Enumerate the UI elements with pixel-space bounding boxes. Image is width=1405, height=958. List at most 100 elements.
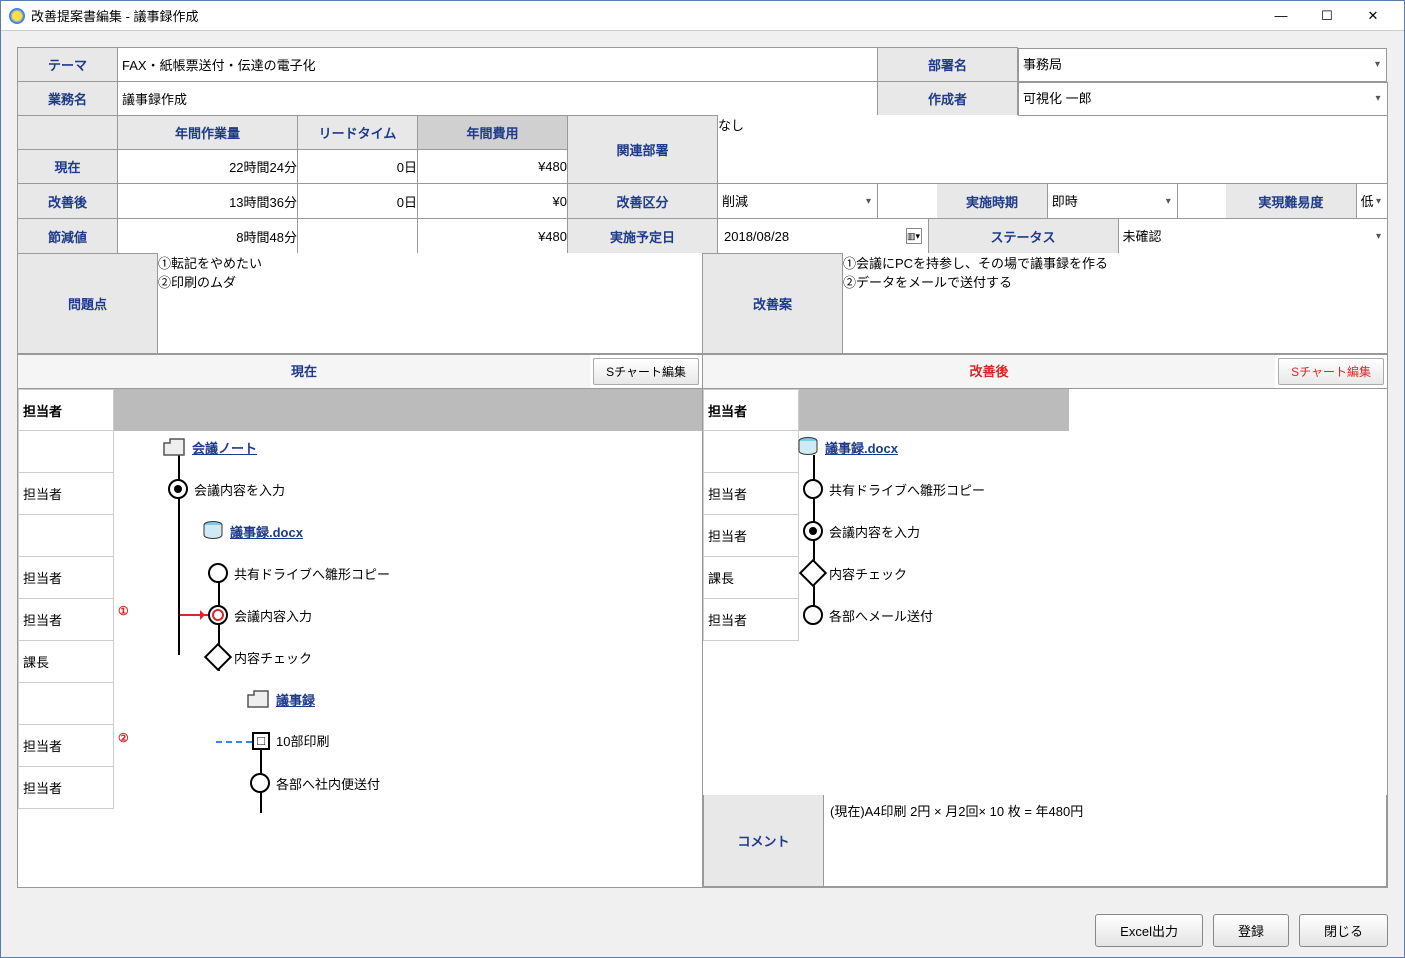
task-icon — [803, 521, 823, 541]
task-icon — [168, 479, 188, 499]
calendar-icon[interactable]: ▥▾ — [906, 228, 922, 244]
flow-send-internal[interactable]: 各部へ社内便送付 — [250, 773, 380, 793]
close-window-button[interactable]: ✕ — [1350, 1, 1396, 31]
after-cost: ¥0 — [418, 184, 568, 219]
lane-header: 担当者 — [703, 389, 799, 431]
flow2-db-docx[interactable]: 議事録.docx — [797, 437, 898, 457]
label-scheduled: 実施予定日 — [568, 219, 718, 254]
process-icon: □ — [252, 732, 270, 750]
label-task: 業務名 — [18, 82, 118, 116]
label-improve-type: 改善区分 — [568, 184, 718, 219]
task-icon — [208, 563, 228, 583]
decision-icon — [799, 559, 827, 587]
label-after: 改善後 — [18, 184, 118, 219]
close-button[interactable]: 閉じる — [1299, 914, 1388, 947]
label-leadtime: リードタイム — [298, 116, 418, 150]
problem-plan-table: 問題点 ①転記をやめたい ②印刷のムダ 改善案 ①会議にPCを持参し、その場で議… — [17, 253, 1388, 354]
label-plan: 改善案 — [703, 254, 843, 354]
after-leadtime: 0日 — [298, 184, 418, 219]
after-lane-labels: 担当者 担当者 担当者 課長 担当者 — [703, 389, 799, 641]
label-now: 現在 — [18, 150, 118, 184]
problem-textarea[interactable]: ①転記をやめたい ②印刷のムダ — [158, 253, 702, 352]
flow2-check[interactable]: 内容チェック — [803, 563, 907, 583]
related-input[interactable]: なし — [718, 115, 1387, 182]
comment-row: コメント (現在)A4印刷 2円 × 月2回× 10 枚 = 年480円 — [703, 795, 1387, 887]
form-top: テーマ 部署名 事務局 業務名 作成者 可視化 一郎 — [17, 47, 1388, 116]
chart-after-body[interactable]: 担当者 担当者 担当者 課長 担当者 議事録.docx — [703, 389, 1387, 795]
label-cost: 年間費用 — [418, 116, 568, 150]
after-workload: 13時間36分 — [118, 184, 298, 219]
form-content: テーマ 部署名 事務局 業務名 作成者 可視化 一郎 年間作業量 リードタイム — [1, 31, 1404, 904]
author-select[interactable]: 可視化 一郎 — [1019, 83, 1387, 115]
label-workload: 年間作業量 — [118, 116, 298, 150]
task-icon — [803, 479, 823, 499]
now-cost: ¥480 — [418, 150, 568, 184]
save-cost: ¥480 — [418, 219, 568, 254]
task-icon — [803, 605, 823, 625]
label-related: 関連部署 — [568, 116, 718, 184]
label-timing: 実施時期 — [937, 184, 1047, 218]
mark-2: ② — [118, 731, 129, 745]
excel-export-button[interactable]: Excel出力 — [1095, 914, 1203, 947]
now-leadtime: 0日 — [298, 150, 418, 184]
app-window: 改善提案書編集 - 議事録作成 — ☐ ✕ テーマ 部署名 事務局 業務名 作成… — [0, 0, 1405, 958]
decision-icon — [204, 643, 232, 671]
flow2-mail[interactable]: 各部へメール送付 — [803, 605, 933, 625]
improve-type-select[interactable]: 削減 — [718, 184, 877, 218]
flow-doc-minutes[interactable]: 議事録 — [246, 689, 315, 709]
chart-current-body[interactable]: 担当者 担当者 担当者 担当者 課長 担当者 担当者 ① ② — [18, 389, 702, 887]
chart-after-edit-button[interactable]: Sチャート編集 — [1278, 358, 1384, 385]
timing-select[interactable]: 即時 — [1048, 184, 1177, 218]
lane-header: 担当者 — [18, 389, 114, 431]
document-icon — [162, 437, 186, 457]
charts-row: 現在 Sチャート編集 担当者 担当者 担当者 担当者 課長 担当者 — [17, 354, 1388, 888]
scheduled-date: 2018/08/28 — [724, 229, 789, 244]
status-select[interactable]: 未確認 — [1119, 219, 1388, 253]
chart-after-title: 改善後 — [703, 355, 1275, 388]
difficulty-select[interactable]: 低 — [1357, 184, 1387, 218]
flow-copy-template[interactable]: 共有ドライブへ雛形コピー — [208, 563, 390, 583]
theme-input[interactable] — [118, 48, 877, 81]
label-author: 作成者 — [878, 82, 1018, 116]
label-theme: テーマ — [18, 48, 118, 82]
task-input[interactable] — [118, 82, 877, 115]
flow-input-content[interactable]: 会議内容入力 — [208, 605, 312, 625]
plan-textarea[interactable]: ①会議にPCを持参し、その場で議事録を作る ②データをメールで送付する — [843, 253, 1387, 352]
chart-current-title: 現在 — [18, 355, 590, 388]
document-icon — [246, 689, 270, 709]
save-workload: 8時間48分 — [118, 219, 298, 254]
label-saving: 節減値 — [18, 219, 118, 254]
metrics-table: 年間作業量 リードタイム 年間費用 関連部署 なし 現在 22時間24分 0日 … — [17, 115, 1388, 254]
maximize-button[interactable]: ☐ — [1304, 1, 1350, 31]
label-difficulty: 実現難易度 — [1226, 184, 1356, 218]
mark-1: ① — [118, 604, 129, 618]
app-icon — [9, 8, 25, 24]
current-lane-labels: 担当者 担当者 担当者 担当者 課長 担当者 担当者 — [18, 389, 114, 809]
dept-select[interactable]: 事務局 — [1019, 49, 1386, 81]
label-dept: 部署名 — [878, 48, 1018, 82]
flow-input-meeting[interactable]: 会議内容を入力 — [168, 479, 285, 499]
window-controls: — ☐ ✕ — [1258, 1, 1396, 31]
window-title: 改善提案書編集 - 議事録作成 — [31, 6, 1258, 25]
save-button[interactable]: 登録 — [1213, 914, 1289, 947]
flow-doc-note[interactable]: 会議ノート — [162, 437, 257, 457]
flow-check[interactable]: 内容チェック — [208, 647, 312, 667]
chart-after-panel: 改善後 Sチャート編集 担当者 担当者 担当者 課長 担当者 — [702, 354, 1388, 888]
flow2-input[interactable]: 会議内容を入力 — [803, 521, 920, 541]
label-problem: 問題点 — [18, 254, 158, 354]
footer: Excel出力 登録 閉じる — [1, 904, 1404, 957]
minimize-button[interactable]: — — [1258, 1, 1304, 31]
chart-current-edit-button[interactable]: Sチャート編集 — [593, 358, 699, 385]
database-icon — [202, 521, 224, 541]
label-status: ステータス — [928, 219, 1118, 253]
label-comment: コメント — [704, 795, 824, 886]
comment-textarea[interactable]: (現在)A4印刷 2円 × 月2回× 10 枚 = 年480円 — [830, 801, 1380, 880]
task-icon — [208, 605, 228, 625]
flow-print[interactable]: □ 10部印刷 — [252, 731, 329, 750]
flow2-copy[interactable]: 共有ドライブへ雛形コピー — [803, 479, 985, 499]
flow-db-docx[interactable]: 議事録.docx — [202, 521, 303, 541]
chart-current-panel: 現在 Sチャート編集 担当者 担当者 担当者 担当者 課長 担当者 — [17, 354, 703, 888]
now-workload: 22時間24分 — [118, 150, 298, 184]
database-icon — [797, 437, 819, 457]
save-leadtime — [298, 219, 418, 254]
